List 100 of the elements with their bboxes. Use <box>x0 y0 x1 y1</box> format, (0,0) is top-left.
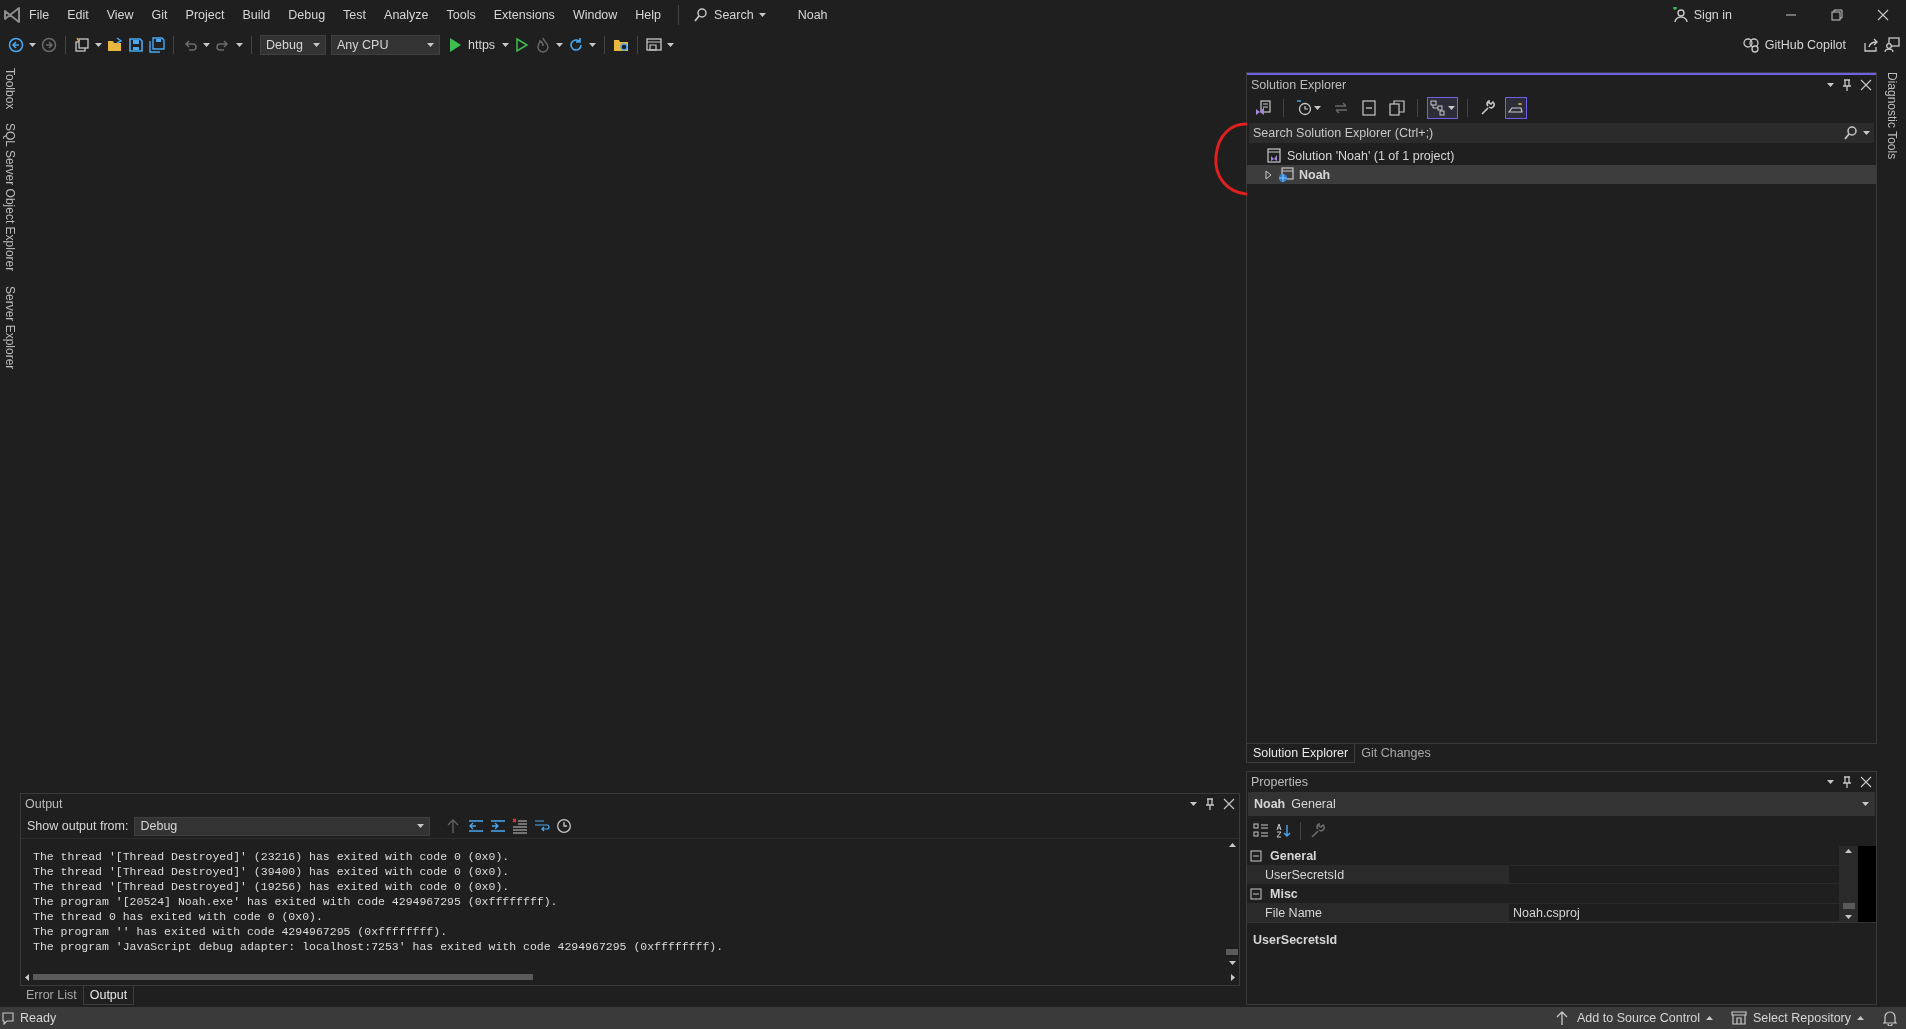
collapse-icon[interactable] <box>1361 100 1377 116</box>
search-icon[interactable] <box>1843 125 1859 141</box>
menu-item[interactable]: Debug <box>279 4 335 26</box>
sign-in-button[interactable]: Sign in <box>1671 7 1732 23</box>
folder-icon[interactable] <box>107 37 123 53</box>
caret-icon <box>1448 106 1455 110</box>
caret-icon[interactable] <box>29 43 36 47</box>
chat-icon[interactable] <box>2 1011 14 1025</box>
caret-icon[interactable] <box>1845 915 1852 919</box>
menu-item[interactable]: View <box>97 4 143 26</box>
caret-icon[interactable] <box>1845 849 1852 853</box>
categorized-icon[interactable] <box>1253 823 1269 839</box>
panel-title: Output <box>25 797 64 811</box>
close-icon[interactable] <box>1877 9 1889 21</box>
forward-icon[interactable] <box>41 37 57 53</box>
side-tab[interactable]: Toolbox <box>3 68 17 110</box>
indent-icon[interactable] <box>490 818 507 834</box>
source-control-button[interactable]: Add to Source Control <box>1555 1010 1714 1026</box>
start-without-debugging-icon[interactable] <box>514 37 531 53</box>
tab[interactable]: Error List <box>20 986 83 1005</box>
clock-icon[interactable] <box>556 818 573 834</box>
close-icon[interactable] <box>1223 798 1235 810</box>
run-button[interactable]: https <box>445 37 498 53</box>
save-all-icon[interactable] <box>149 37 165 53</box>
caret-icon[interactable] <box>25 973 29 981</box>
collapse-icon[interactable] <box>1250 887 1262 900</box>
dropdown-icon[interactable] <box>1827 83 1834 87</box>
menu-item[interactable]: Edit <box>58 4 98 26</box>
tab[interactable]: Git Changes <box>1355 744 1437 763</box>
pin-icon[interactable] <box>1841 79 1853 91</box>
side-tab[interactable]: SQL Server Object Explorer <box>3 123 17 272</box>
caret-icon[interactable] <box>95 43 102 47</box>
toggle-button[interactable] <box>1505 97 1527 119</box>
caret-icon[interactable] <box>589 43 597 47</box>
side-tab[interactable]: Server Explorer <box>3 285 17 370</box>
refresh-icon[interactable] <box>568 37 585 53</box>
repository-button[interactable]: Select Repository <box>1731 1010 1864 1026</box>
expand-icon[interactable] <box>1264 169 1272 180</box>
scrollbar-thumb[interactable] <box>1226 949 1238 955</box>
caret-icon[interactable] <box>556 43 564 47</box>
tree-item[interactable]: Noah <box>1247 165 1876 184</box>
window-layout-icon[interactable] <box>646 37 663 53</box>
home-icon[interactable] <box>1255 100 1271 116</box>
object-selector[interactable]: Noah General <box>1248 792 1875 816</box>
sync-icon[interactable] <box>1333 100 1349 116</box>
copilot-button[interactable]: GitHub Copilot <box>1742 37 1846 53</box>
side-tab[interactable]: Diagnostic Tools <box>1884 72 1899 160</box>
collapse-icon[interactable] <box>1250 849 1262 862</box>
menu-item[interactable]: Window <box>563 4 627 26</box>
feedback-icon[interactable] <box>1884 37 1900 53</box>
platform-dropdown[interactable]: Any CPU <box>331 35 440 55</box>
caret-icon[interactable] <box>1863 131 1870 135</box>
caret-icon[interactable] <box>1228 843 1236 847</box>
tree-item[interactable]: Solution 'Noah' (1 of 1 project) <box>1247 146 1876 165</box>
dropdown-icon[interactable] <box>1190 802 1197 806</box>
save-icon[interactable] <box>128 37 144 53</box>
toggle-button[interactable] <box>1427 97 1458 119</box>
caret-icon[interactable] <box>236 43 243 47</box>
caret-icon[interactable] <box>667 43 675 47</box>
copy-icon[interactable] <box>1389 100 1405 116</box>
new-project-icon[interactable] <box>74 37 90 53</box>
menu-item[interactable]: Tools <box>437 4 485 26</box>
scrollbar-thumb[interactable] <box>33 974 533 980</box>
redo-icon[interactable] <box>215 37 231 53</box>
wrench-icon[interactable] <box>1480 100 1496 116</box>
caret-icon[interactable] <box>203 43 210 47</box>
restore-icon[interactable] <box>1831 9 1843 21</box>
menu-item[interactable]: Extensions <box>484 4 564 26</box>
pin-icon[interactable] <box>1841 776 1853 788</box>
caret-icon[interactable] <box>1314 106 1321 110</box>
dropdown-icon[interactable] <box>1827 780 1834 784</box>
close-icon[interactable] <box>1860 776 1872 788</box>
sort-alphabetical-icon[interactable] <box>1275 823 1291 839</box>
output-source-dropdown[interactable]: Debug <box>134 816 431 836</box>
back-icon[interactable] <box>8 37 24 53</box>
clock-icon[interactable] <box>1296 100 1312 116</box>
menu-item[interactable]: Build <box>233 4 280 26</box>
menu-item[interactable]: Project <box>176 4 234 26</box>
menu-item[interactable]: Help <box>626 4 671 26</box>
search-button[interactable]: Search <box>687 7 772 23</box>
menu-item[interactable]: File <box>20 4 59 26</box>
tab[interactable]: Output <box>82 986 135 1005</box>
outdent-icon[interactable] <box>468 818 485 834</box>
clear-all-icon[interactable] <box>512 818 529 834</box>
tab[interactable]: Solution Explorer <box>1246 744 1356 763</box>
folder-search-icon[interactable] <box>613 37 630 53</box>
undo-icon[interactable] <box>182 37 198 53</box>
menu-item[interactable]: Analyze <box>375 4 438 26</box>
close-icon[interactable] <box>1860 79 1872 91</box>
pin-icon[interactable] <box>1204 798 1216 810</box>
scrollbar-thumb[interactable] <box>1842 903 1855 909</box>
menu-item[interactable]: Git <box>142 4 177 26</box>
property-value[interactable]: Noah.csproj <box>1509 904 1839 921</box>
caret-icon[interactable] <box>502 43 510 47</box>
bell-icon[interactable] <box>1882 1010 1898 1026</box>
menu-item[interactable]: Test <box>334 4 376 26</box>
word-wrap-icon[interactable] <box>534 818 551 834</box>
share-icon[interactable] <box>1863 37 1879 53</box>
search-field[interactable]: Search Solution Explorer (Ctrl+;) <box>1249 123 1874 143</box>
configuration-dropdown[interactable]: Debug <box>260 35 326 55</box>
